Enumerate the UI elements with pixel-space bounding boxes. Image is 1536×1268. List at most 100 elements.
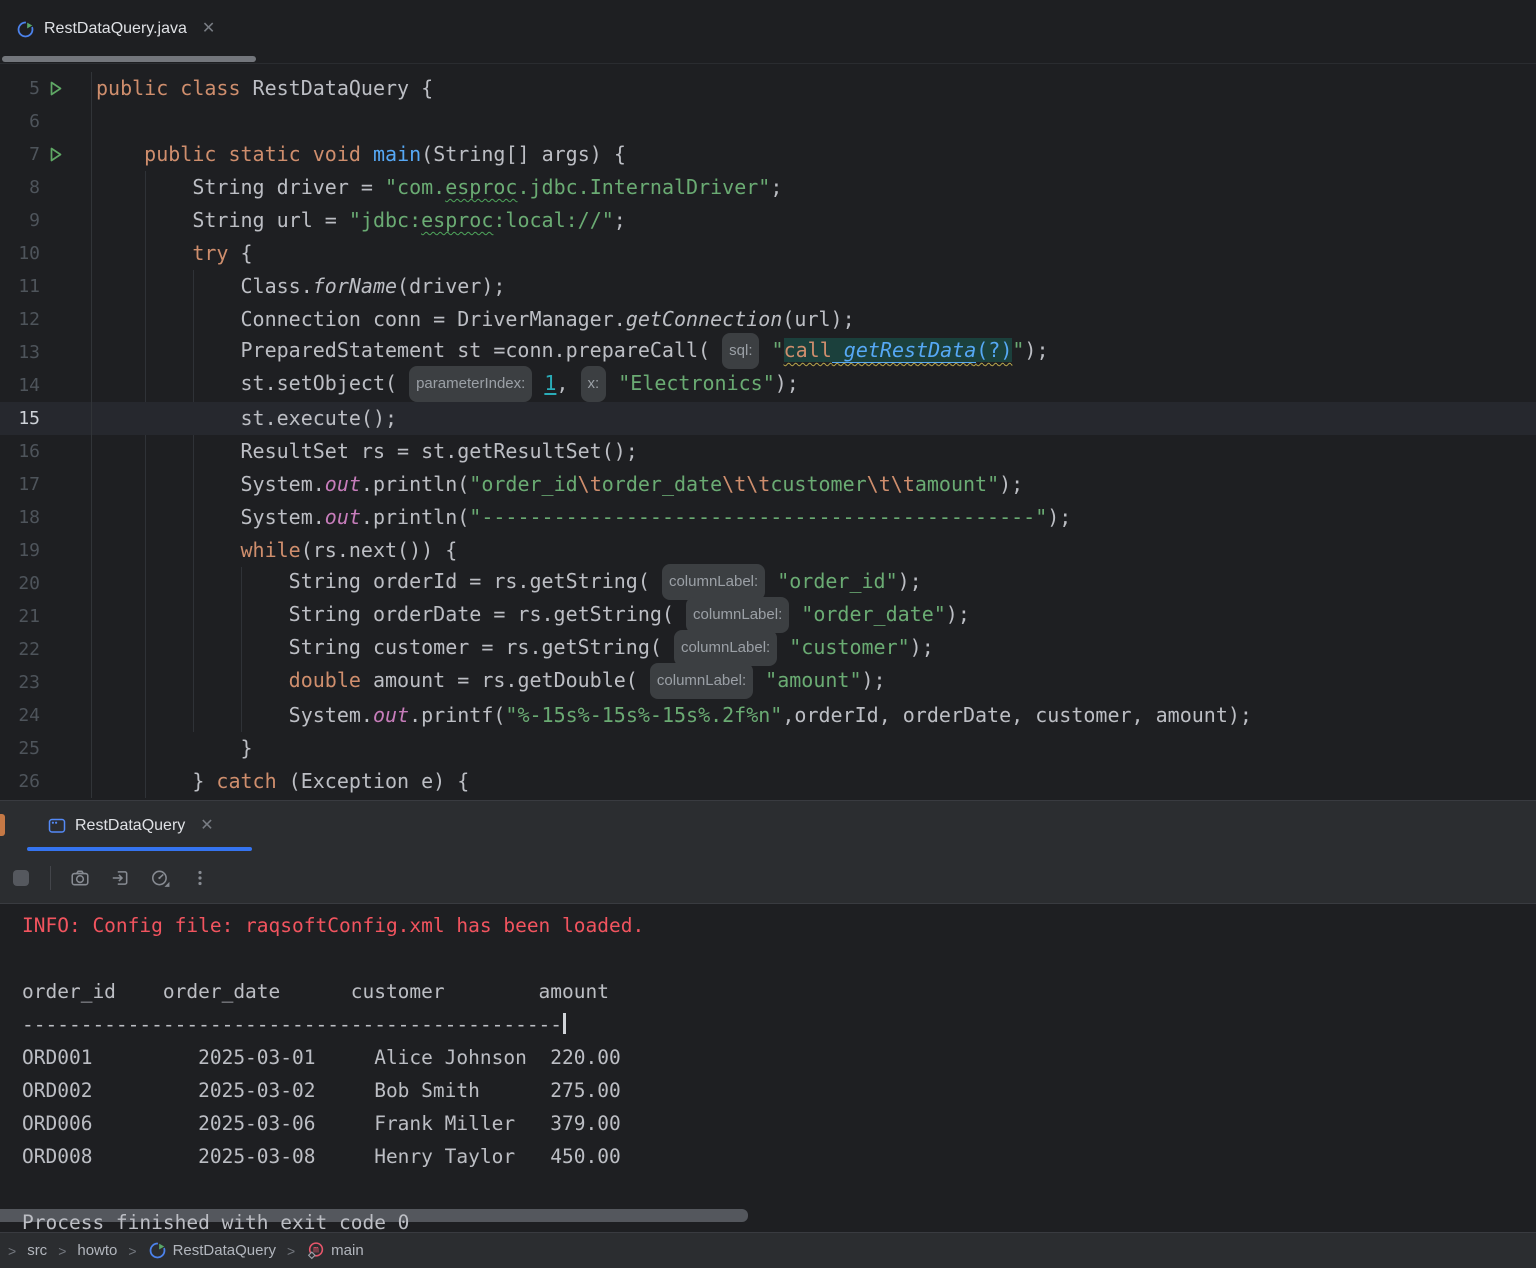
run-console[interactable]: INFO: Config file: raqsoftConfig.xml has…	[0, 904, 1536, 1232]
code-text: } catch (Exception e) {	[92, 765, 469, 798]
toolbar-divider	[50, 866, 51, 890]
breadcrumb-item-src[interactable]: src	[27, 1242, 47, 1259]
chevron-right-icon: >	[287, 1243, 295, 1259]
code-line[interactable]: 26 } catch (Exception e) {	[0, 765, 1536, 798]
more-options-icon[interactable]	[187, 865, 213, 891]
console-line: order_id order_date customer amount	[22, 980, 609, 1003]
profiler-gauge-icon[interactable]	[147, 865, 173, 891]
gutter: 16	[0, 435, 92, 468]
breadcrumb-item-main[interactable]: mmain	[306, 1241, 364, 1260]
line-number: 22	[0, 639, 40, 660]
gutter: 24	[0, 699, 92, 732]
line-number: 24	[0, 705, 40, 726]
run-line-icon[interactable]	[40, 146, 91, 163]
line-number: 12	[0, 309, 40, 330]
code-line[interactable]: 20 String orderId = rs.getString( column…	[0, 567, 1536, 600]
code-line[interactable]: 8 String driver = "com.esproc.jdbc.Inter…	[0, 171, 1536, 204]
editor-tab-underline	[2, 56, 256, 62]
code-line[interactable]: 22 String customer = rs.getString( colum…	[0, 633, 1536, 666]
code-line[interactable]: 21 String orderDate = rs.getString( colu…	[0, 600, 1536, 633]
console-toolbar	[0, 853, 1536, 904]
code-line[interactable]: 18 System.out.println("-----------------…	[0, 501, 1536, 534]
code-line[interactable]: 24 System.out.printf("%-15s%-15s%-15s%.2…	[0, 699, 1536, 732]
code-line[interactable]: 10 try {	[0, 237, 1536, 270]
inlay-hint: x:	[581, 366, 607, 402]
chevron-right-icon: >	[128, 1243, 136, 1259]
line-number: 15	[0, 408, 40, 429]
breadcrumb-label: howto	[77, 1242, 117, 1259]
code-line[interactable]: 12 Connection conn = DriverManager.getCo…	[0, 303, 1536, 336]
gutter: 21	[0, 600, 92, 633]
gutter: 15	[0, 402, 92, 435]
breadcrumb-label: main	[331, 1242, 364, 1259]
line-number: 6	[0, 111, 40, 132]
code-line[interactable]: 16 ResultSet rs = st.getResultSet();	[0, 435, 1536, 468]
code-text: while(rs.next()) {	[92, 534, 457, 567]
inlay-hint: columnLabel:	[674, 630, 777, 666]
run-toolwindow-header: RestDataQuery ✕	[0, 800, 1536, 853]
code-text: PreparedStatement st =conn.prepareCall( …	[92, 334, 1049, 371]
camera-icon[interactable]	[67, 865, 93, 891]
inlay-hint: sql:	[722, 333, 759, 369]
line-number: 8	[0, 177, 40, 198]
close-icon[interactable]: ✕	[202, 21, 215, 37]
gutter: 12	[0, 303, 92, 336]
breadcrumb-item-restdataquery[interactable]: RestDataQuery	[148, 1241, 276, 1260]
editor-tab-restdataquery[interactable]: RestDataQuery.java ✕	[0, 0, 233, 58]
code-line[interactable]: 15 st.execute();	[0, 402, 1536, 435]
code-text: st.setObject( parameterIndex: 1, x: "Ele…	[92, 367, 799, 404]
code-editor[interactable]: 5public class RestDataQuery { 6 7 public s…	[0, 64, 1536, 800]
line-number: 5	[0, 78, 40, 99]
run-tab-title: RestDataQuery	[75, 817, 185, 835]
code-line[interactable]: 5public class RestDataQuery {	[0, 72, 1536, 105]
gutter: 19	[0, 534, 92, 567]
line-number: 13	[0, 342, 40, 363]
code-line[interactable]: 17 System.out.println("order_id\torder_d…	[0, 468, 1536, 501]
line-number: 18	[0, 507, 40, 528]
arrow-into-frame-icon[interactable]	[107, 865, 133, 891]
console-line: INFO: Config file: raqsoftConfig.xml has…	[22, 914, 644, 937]
inlay-hint: columnLabel:	[650, 663, 753, 699]
code-line[interactable]: 25 }	[0, 732, 1536, 765]
code-text: System.out.printf("%-15s%-15s%-15s%.2f%n…	[92, 699, 1252, 732]
code-line[interactable]: 14 st.setObject( parameterIndex: 1, x: "…	[0, 369, 1536, 402]
run-window-icon	[48, 817, 66, 835]
code-line[interactable]: 6	[0, 105, 1536, 138]
gutter: 25	[0, 732, 92, 765]
code-line[interactable]: 13 PreparedStatement st =conn.prepareCal…	[0, 336, 1536, 369]
line-number: 25	[0, 738, 40, 759]
editor-tab-title: RestDataQuery.java	[44, 20, 187, 38]
code-text: Class.forName(driver);	[92, 270, 505, 303]
line-number: 17	[0, 474, 40, 495]
inlay-hint: parameterIndex:	[409, 366, 532, 402]
code-text: System.out.println("order_id\torder_date…	[92, 468, 1023, 501]
gutter: 26	[0, 765, 92, 798]
console-line: ----------------------------------------…	[22, 1013, 562, 1036]
console-line: Process finished with exit code 0	[22, 1211, 409, 1234]
run-tab-restdataquery[interactable]: RestDataQuery ✕	[40, 801, 222, 850]
code-text: String orderDate = rs.getString( columnL…	[92, 598, 970, 635]
line-number: 20	[0, 573, 40, 594]
line-number: 7	[0, 144, 40, 165]
code-line[interactable]: 7 public static void main(String[] args)…	[0, 138, 1536, 171]
code-line[interactable]: 9 String url = "jdbc:esproc:local://";	[0, 204, 1536, 237]
code-line[interactable]: 23 double amount = rs.getDouble( columnL…	[0, 666, 1536, 699]
injected-sql-fragment: call getRestData(?)	[784, 338, 1013, 362]
gutter: 6	[0, 105, 92, 138]
close-icon[interactable]: ✕	[200, 818, 213, 834]
gutter: 5	[0, 72, 92, 105]
inlay-hint: columnLabel:	[662, 564, 765, 600]
code-line[interactable]: 19 while(rs.next()) {	[0, 534, 1536, 567]
gutter: 8	[0, 171, 92, 204]
active-tab-indicator	[27, 847, 252, 851]
line-number: 9	[0, 210, 40, 231]
stop-icon[interactable]	[8, 865, 34, 891]
console-line: ORD006 2025-03-06 Frank Miller 379.00	[22, 1112, 621, 1135]
code-line[interactable]: 11 Class.forName(driver);	[0, 270, 1536, 303]
code-text: String customer = rs.getString( columnLa…	[92, 631, 934, 668]
breadcrumb-item-howto[interactable]: howto	[77, 1242, 117, 1259]
gutter: 17	[0, 468, 92, 501]
gutter: 13	[0, 336, 92, 369]
run-line-icon[interactable]	[40, 80, 91, 97]
code-text: String orderId = rs.getString( columnLab…	[92, 565, 922, 602]
